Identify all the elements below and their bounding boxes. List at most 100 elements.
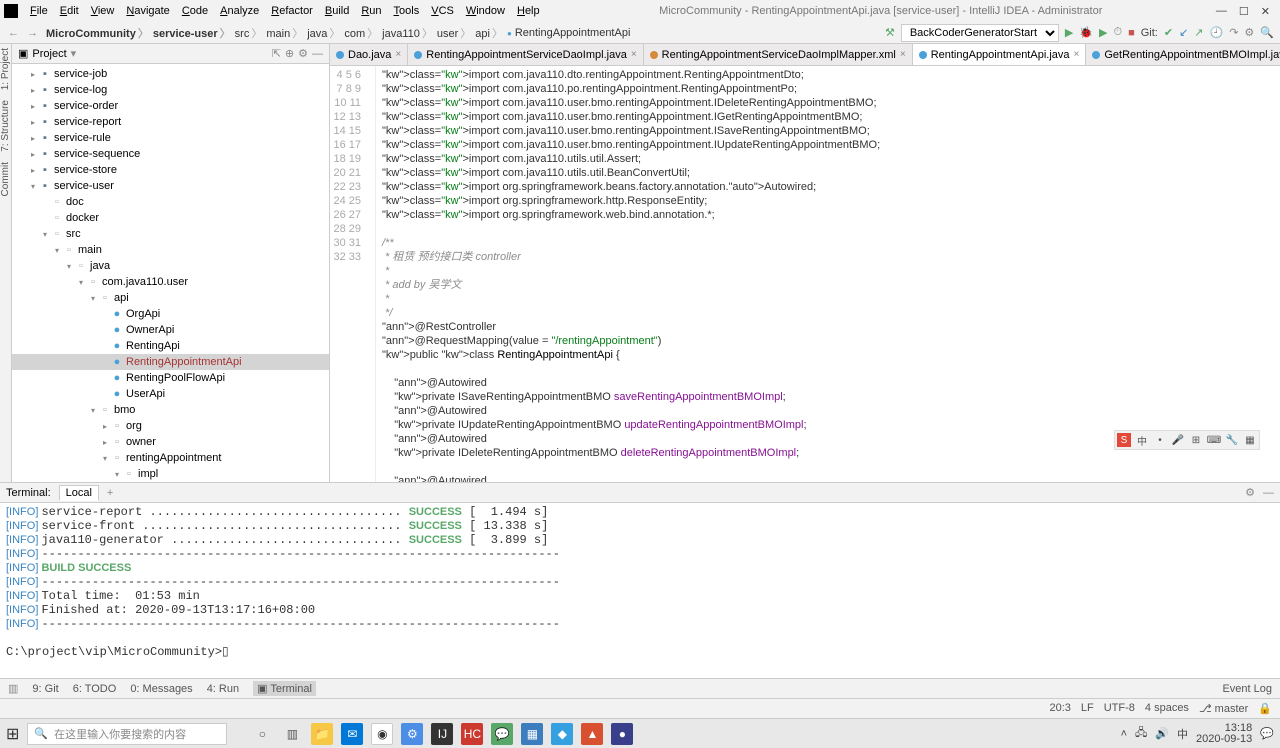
tree-java[interactable]: ▾▫java [12, 258, 329, 274]
locate-icon[interactable]: ⊕ [285, 47, 294, 60]
tree-impl[interactable]: ▾▫impl [12, 466, 329, 482]
nav-back-icon[interactable]: ← [6, 27, 21, 39]
tree-RentingAppointmentApi[interactable]: ●RentingAppointmentApi [12, 354, 329, 370]
start-button[interactable]: ⊞ [6, 724, 19, 744]
task-mail-icon[interactable]: ✉ [341, 723, 363, 745]
tray-ime-icon[interactable]: 中 [1177, 726, 1188, 742]
git-push-icon[interactable]: ↗ [1194, 26, 1203, 39]
tree-service-order[interactable]: ▸▪service-order [12, 98, 329, 114]
task-app1-icon[interactable]: ▦ [521, 723, 543, 745]
tray-up-icon[interactable]: ˄ [1121, 728, 1127, 740]
menu-refactor[interactable]: Refactor [265, 3, 319, 19]
task-settings-icon[interactable]: ⚙ [401, 723, 423, 745]
task-cortana-icon[interactable]: ○ [251, 723, 273, 745]
debug-icon[interactable]: 🐞 [1079, 26, 1093, 39]
nav-fwd-icon[interactable]: → [25, 27, 40, 39]
git-update-icon[interactable]: ✔ [1164, 26, 1173, 39]
tree-service-store[interactable]: ▸▪service-store [12, 162, 329, 178]
terminal-output[interactable]: [INFO] service-report ..................… [0, 503, 1280, 678]
tree-main[interactable]: ▾▫main [12, 242, 329, 258]
terminal-tab-local[interactable]: Local [59, 485, 99, 501]
tree-doc[interactable]: ▫doc [12, 194, 329, 210]
build-icon[interactable]: ⚒ [885, 26, 895, 39]
settings-icon[interactable]: ⚙ [1244, 26, 1254, 39]
hide-icon[interactable]: — [312, 48, 323, 60]
tree-service-job[interactable]: ▸▪service-job [12, 66, 329, 82]
tab-GetRentingAppointmentBMOImpl.java[interactable]: GetRentingAppointmentBMOImpl.java× [1086, 44, 1280, 65]
maximize-button[interactable]: ☐ [1239, 5, 1249, 18]
crumb-6[interactable]: java110 [380, 25, 435, 41]
ime-logo-icon[interactable]: S [1117, 433, 1131, 447]
menu-code[interactable]: Code [176, 3, 214, 19]
menu-help[interactable]: Help [511, 3, 546, 19]
close-button[interactable]: ✕ [1261, 5, 1270, 18]
git-rollback-icon[interactable]: ↷ [1229, 26, 1238, 39]
crumb-0[interactable]: MicroCommunity [44, 25, 151, 41]
toolwin-0messages[interactable]: 0: Messages [130, 681, 192, 696]
tray-notif-icon[interactable]: 💬 [1260, 727, 1274, 740]
indent[interactable]: 4 spaces [1145, 702, 1189, 715]
encoding[interactable]: UTF-8 [1104, 702, 1135, 715]
menu-navigate[interactable]: Navigate [120, 3, 175, 19]
ime-punct-icon[interactable]: • [1153, 433, 1167, 447]
ime-skin-icon[interactable]: ⊞ [1189, 433, 1203, 447]
tree-UserApi[interactable]: ●UserApi [12, 386, 329, 402]
task-explorer-icon[interactable]: 📁 [311, 723, 333, 745]
tree-api[interactable]: ▾▫api [12, 290, 329, 306]
crumb-2[interactable]: src [233, 25, 265, 41]
toolwin-project[interactable]: 1: Project [0, 48, 11, 90]
tree-service-report[interactable]: ▸▪service-report [12, 114, 329, 130]
task-chrome-icon[interactable]: ◉ [371, 723, 393, 745]
tab-RentingAppointmentServiceDaoImplMapper.xml[interactable]: RentingAppointmentServiceDaoImplMapper.x… [644, 44, 913, 65]
tree-service-user[interactable]: ▾▪service-user [12, 178, 329, 194]
task-hc-icon[interactable]: HC [461, 723, 483, 745]
toolwin-commit[interactable]: Commit [0, 162, 11, 196]
tree-RentingPoolFlowApi[interactable]: ●RentingPoolFlowApi [12, 370, 329, 386]
menu-vcs[interactable]: VCS [425, 3, 460, 19]
event-log-button[interactable]: Event Log [1222, 683, 1272, 695]
crumb-4[interactable]: java [305, 25, 342, 41]
task-view-icon[interactable]: ▥ [281, 723, 303, 745]
tree-service-log[interactable]: ▸▪service-log [12, 82, 329, 98]
tree-org[interactable]: ▸▫org [12, 418, 329, 434]
crumb-5[interactable]: com [342, 25, 380, 41]
terminal-hide-icon[interactable]: — [1263, 487, 1274, 499]
ime-lang-icon[interactable]: 中 [1135, 433, 1149, 447]
tab-RentingAppointmentApi.java[interactable]: RentingAppointmentApi.java× [913, 44, 1087, 65]
gear-icon[interactable]: ⚙ [298, 47, 308, 60]
ime-kbd-icon[interactable]: ⌨ [1207, 433, 1221, 447]
profile-icon[interactable]: ⏱ [1113, 26, 1122, 39]
toolwin-terminal[interactable]: ▣ Terminal [253, 681, 316, 696]
tree-service-rule[interactable]: ▸▪service-rule [12, 130, 329, 146]
tree-RentingApi[interactable]: ●RentingApi [12, 338, 329, 354]
run-icon[interactable]: ▶ [1065, 26, 1073, 39]
toolwin-9git[interactable]: 9: Git [32, 681, 58, 696]
lock-icon[interactable]: 🔒 [1258, 702, 1272, 715]
run-config-select[interactable]: BackCoderGeneratorStart [901, 24, 1059, 42]
tree-rentingAppointment[interactable]: ▾▫rentingAppointment [12, 450, 329, 466]
menu-window[interactable]: Window [460, 3, 511, 19]
tree-bmo[interactable]: ▾▫bmo [12, 402, 329, 418]
menu-tools[interactable]: Tools [388, 3, 426, 19]
crumb-8[interactable]: api [473, 25, 505, 41]
menu-analyze[interactable]: Analyze [214, 3, 265, 19]
stop-icon[interactable]: ■ [1128, 27, 1135, 39]
tray-net-icon[interactable]: 🖧 [1135, 724, 1147, 743]
coverage-icon[interactable]: ▶ [1099, 26, 1107, 39]
collapse-icon[interactable]: ⇱ [272, 47, 281, 60]
source-editor[interactable]: "kw">class="kw">import com.java110.dto.r… [376, 66, 1280, 482]
tree-src[interactable]: ▾▫src [12, 226, 329, 242]
tree-OwnerApi[interactable]: ●OwnerApi [12, 322, 329, 338]
toolwin-structure[interactable]: 7: Structure [0, 100, 11, 152]
crumb-9[interactable]: RentingAppointmentApi [505, 27, 632, 39]
toolwin-6todo[interactable]: 6: TODO [73, 681, 117, 696]
search-icon[interactable]: 🔍 [1260, 26, 1274, 39]
os-search-input[interactable]: 🔍 在这里输入你要搜索的内容 [27, 723, 227, 745]
crumb-1[interactable]: service-user [151, 25, 233, 41]
ime-mic-icon[interactable]: 🎤 [1171, 433, 1185, 447]
ime-more-icon[interactable]: ▦ [1243, 433, 1257, 447]
task-app3-icon[interactable]: ▲ [581, 723, 603, 745]
git-commit-icon[interactable]: ↙ [1179, 26, 1188, 39]
tab-RentingAppointmentServiceDaoImpl.java[interactable]: RentingAppointmentServiceDaoImpl.java× [408, 44, 643, 65]
project-tree[interactable]: ▸▪service-job▸▪service-log▸▪service-orde… [12, 64, 329, 482]
